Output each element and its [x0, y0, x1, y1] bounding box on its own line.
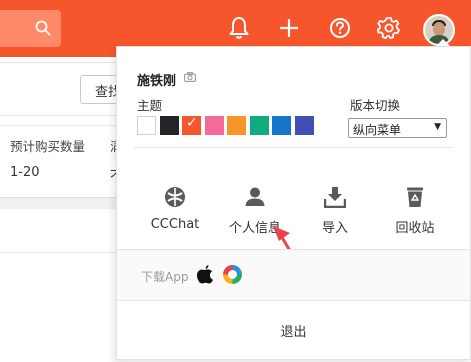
version-select[interactable]: 纵向菜单 ▼ — [348, 118, 447, 138]
android-app-icon[interactable] — [222, 264, 243, 285]
column-header-quantity: 预计购买数量 — [10, 139, 86, 154]
theme-swatch[interactable] — [249, 116, 269, 135]
bell-icon[interactable] — [226, 14, 252, 42]
ccchat-button[interactable]: CCChat — [140, 186, 210, 236]
table-cell-quantity: 1-20 — [10, 165, 40, 180]
plus-icon[interactable] — [276, 14, 302, 42]
divider — [0, 252, 120, 253]
help-icon[interactable] — [327, 14, 353, 42]
theme-swatch[interactable] — [294, 116, 314, 135]
import-icon — [324, 187, 346, 208]
theme-label: 主题 — [137, 98, 163, 113]
ccchat-icon — [165, 187, 185, 207]
ccchat-label: CCChat — [150, 217, 200, 232]
apple-icon[interactable] — [196, 264, 214, 284]
recycle-bin-label: 回收站 — [395, 221, 435, 236]
theme-swatch[interactable] — [182, 115, 201, 135]
search-icon[interactable] — [35, 20, 51, 36]
person-icon — [245, 187, 265, 206]
version-switch-label: 版本切换 — [350, 98, 401, 113]
divider — [134, 147, 453, 148]
search-box[interactable] — [0, 10, 61, 47]
divider — [117, 300, 470, 301]
download-app-label: 下载App — [141, 270, 189, 284]
import-button[interactable]: 导入 — [300, 186, 370, 236]
import-label: 导入 — [321, 221, 348, 236]
theme-swatch[interactable] — [227, 116, 246, 135]
divider — [0, 125, 120, 126]
camera-icon[interactable] — [184, 72, 196, 82]
theme-swatch[interactable] — [159, 116, 179, 135]
gear-icon[interactable] — [376, 14, 402, 42]
theme-swatch[interactable] — [137, 116, 156, 135]
dropdown-arrow-icon: ▼ — [434, 122, 441, 132]
recycle-bin-icon — [407, 187, 423, 207]
recycle-bin-button[interactable]: 回收站 — [380, 186, 450, 236]
logout-button[interactable]: 退出 — [117, 321, 470, 340]
theme-swatch[interactable] — [204, 116, 224, 135]
user-name: 施铁刚 — [137, 74, 177, 89]
version-select-value: 纵向菜单 — [353, 123, 402, 137]
section-gap — [0, 198, 120, 209]
theme-swatch[interactable] — [272, 116, 291, 135]
